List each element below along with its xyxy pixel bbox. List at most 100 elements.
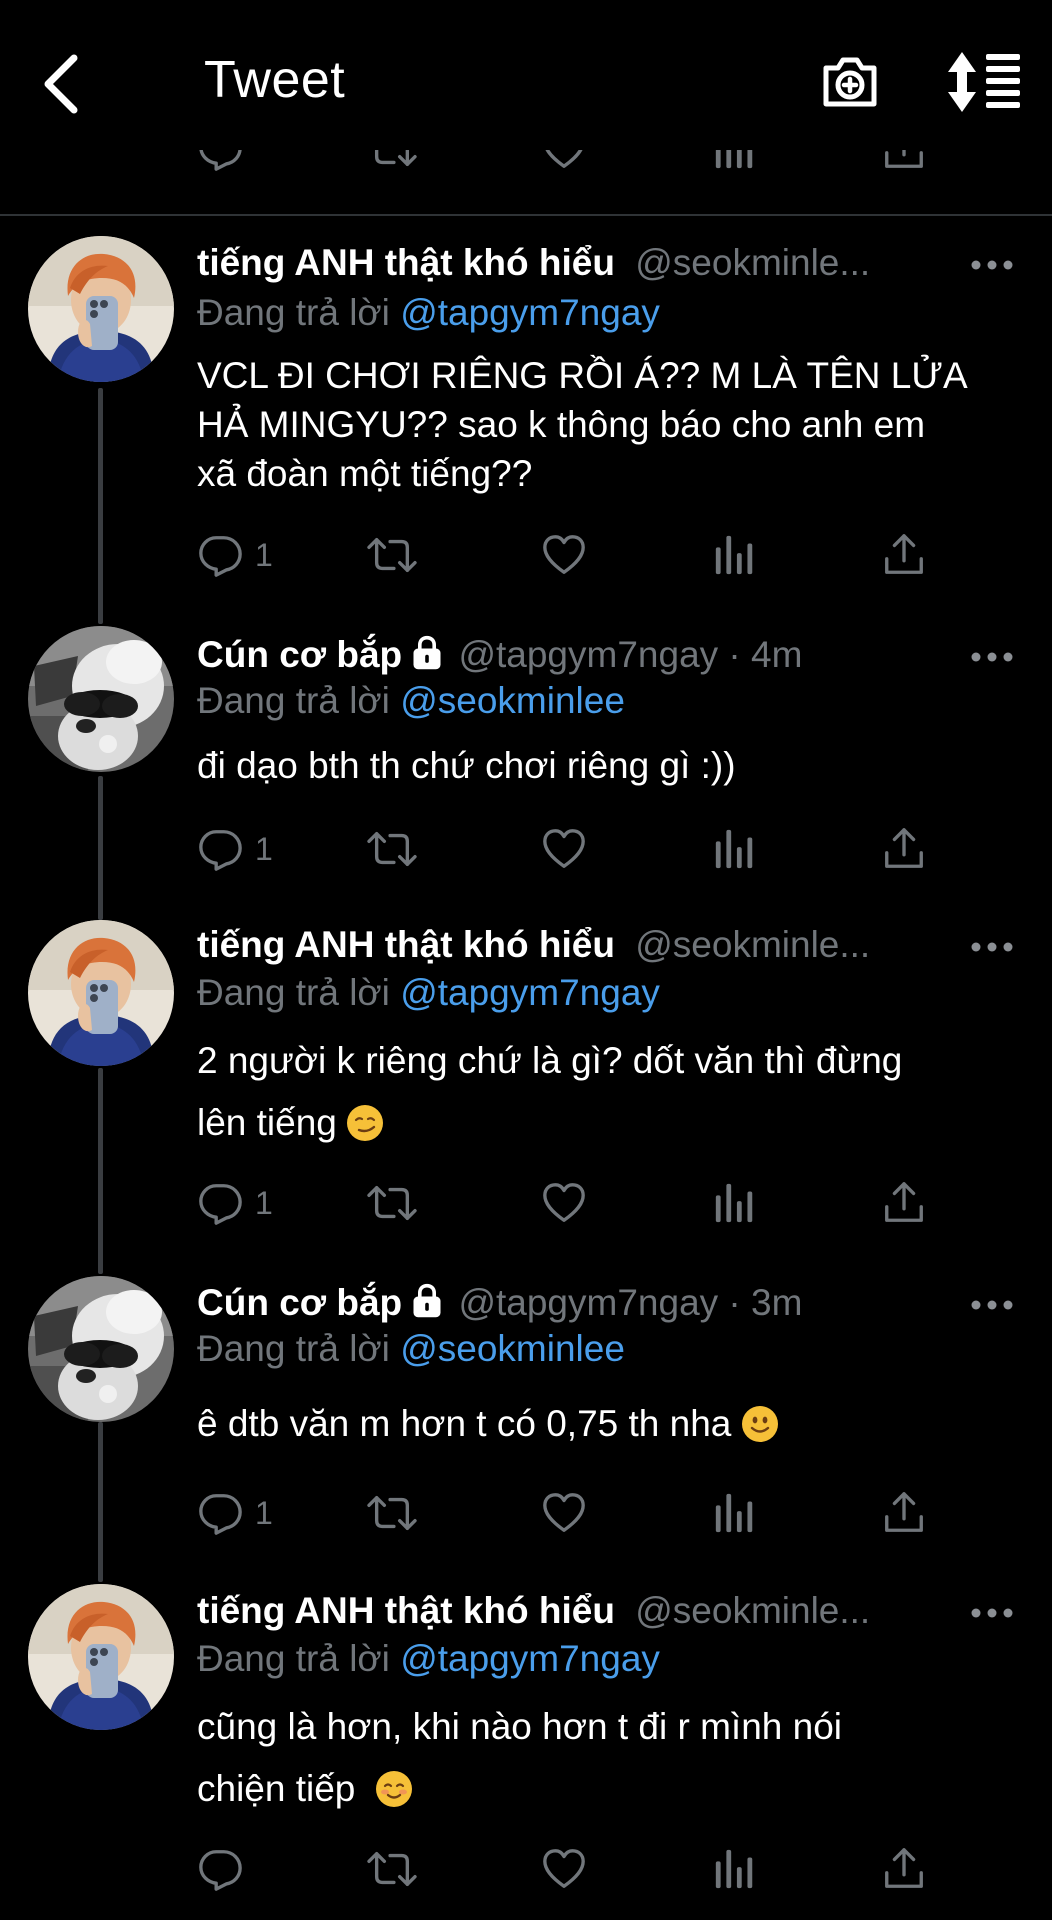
lock-icon	[410, 1283, 444, 1319]
mention-link[interactable]: @tapgym7ngay	[400, 972, 660, 1013]
display-name[interactable]: tiếng ANH thật khó hiểu	[197, 242, 615, 283]
avatar[interactable]	[28, 626, 174, 772]
retweet-icon	[366, 532, 418, 578]
retweet-button[interactable]	[366, 1844, 418, 1894]
thread-connector	[98, 1068, 103, 1274]
stats-icon	[712, 1180, 758, 1226]
avatar[interactable]	[28, 1276, 174, 1422]
mention-link[interactable]: @tapgym7ngay	[400, 1638, 660, 1679]
heart-icon	[541, 1490, 587, 1536]
tweet-actions	[197, 1844, 937, 1894]
mention-link[interactable]: @seokminlee	[400, 1328, 625, 1369]
share-icon[interactable]	[881, 150, 927, 172]
share-button[interactable]	[881, 1488, 927, 1538]
share-icon	[881, 532, 927, 578]
stats-icon	[712, 1846, 758, 1892]
like-button[interactable]	[541, 1178, 587, 1228]
mention-link[interactable]: @tapgym7ngay	[400, 292, 660, 333]
user-handle: @seokminle...	[635, 1590, 871, 1631]
like-button[interactable]	[541, 530, 587, 580]
sort-replies-icon[interactable]	[946, 50, 1022, 114]
more-options-icon[interactable]	[970, 940, 1014, 954]
reply-button[interactable]: 1	[197, 530, 273, 580]
reply-icon	[197, 1846, 243, 1892]
camera-add-icon[interactable]	[818, 50, 882, 114]
reply-icon	[197, 532, 243, 578]
thread-connector	[98, 388, 103, 624]
reply-count: 1	[255, 830, 273, 867]
share-button[interactable]	[881, 1178, 927, 1228]
lock-icon	[410, 635, 444, 671]
reply-icon[interactable]	[197, 150, 243, 172]
retweet-icon	[366, 1490, 418, 1536]
mention-link[interactable]: @seokminlee	[400, 680, 625, 721]
reply-count: 1	[255, 1494, 273, 1531]
display-name[interactable]: Cún cơ bắp	[197, 634, 402, 675]
more-options-icon[interactable]	[970, 650, 1014, 664]
thread-connector	[98, 1422, 103, 1582]
replying-to-label: Đang trả lời	[197, 1638, 401, 1679]
user-handle: @tapgym7ngay · 4m	[458, 634, 803, 675]
tweet-text: VCL ĐI CHƠI RIÊNG RỒI Á?? M LÀ TÊN LỬA H…	[197, 355, 968, 494]
stats-button[interactable]	[712, 1178, 758, 1228]
reply-count: 1	[255, 536, 273, 573]
stats-button[interactable]	[712, 824, 758, 874]
retweet-button[interactable]	[366, 530, 418, 580]
reply-button[interactable]: 1	[197, 1488, 273, 1538]
like-button[interactable]	[541, 824, 587, 874]
slight-smile-emoji	[741, 1406, 778, 1442]
retweet-icon	[366, 1180, 418, 1226]
user-handle: @seokminle...	[635, 924, 871, 965]
stats-button[interactable]	[712, 530, 758, 580]
reply-button[interactable]: 1	[197, 1178, 273, 1228]
reply-button[interactable]	[197, 1844, 255, 1894]
retweet-button[interactable]	[366, 824, 418, 874]
retweet-icon[interactable]	[366, 150, 418, 172]
more-options-icon[interactable]	[970, 1298, 1014, 1312]
avatar[interactable]	[28, 236, 174, 382]
avatar[interactable]	[28, 1584, 174, 1730]
more-options-icon[interactable]	[970, 258, 1014, 272]
tweet-actions: 1	[197, 824, 937, 874]
heart-icon[interactable]	[541, 150, 587, 172]
page-title: Tweet	[204, 51, 346, 109]
heart-icon	[541, 1180, 587, 1226]
previous-tweet-actions	[0, 150, 1052, 192]
share-button[interactable]	[881, 824, 927, 874]
stats-icon[interactable]	[712, 150, 758, 172]
like-button[interactable]	[541, 1488, 587, 1538]
stats-button[interactable]	[712, 1488, 758, 1538]
share-button[interactable]	[881, 1844, 927, 1894]
blush-emoji	[375, 1771, 412, 1807]
more-options-icon[interactable]	[970, 1606, 1014, 1620]
heart-icon	[541, 826, 587, 872]
display-name[interactable]: Cún cơ bắp	[197, 1282, 402, 1323]
tweet-actions: 1	[197, 1488, 937, 1538]
reply-button[interactable]: 1	[197, 824, 273, 874]
thread-connector	[98, 776, 103, 920]
tweet-actions: 1	[197, 1178, 937, 1228]
user-handle: @seokminle...	[635, 242, 871, 283]
display-name[interactable]: tiếng ANH thật khó hiểu	[197, 924, 615, 965]
heart-icon	[541, 1846, 587, 1892]
tweet-text: cũng là hơn, khi nào hơn t đi r mình nói…	[197, 1706, 843, 1809]
top-bar: Tweet	[0, 0, 1052, 168]
share-button[interactable]	[881, 530, 927, 580]
back-arrow-icon[interactable]	[38, 52, 88, 116]
replying-to-label: Đang trả lời	[197, 1328, 401, 1369]
share-icon	[881, 826, 927, 872]
like-button[interactable]	[541, 1844, 587, 1894]
reply-count: 1	[255, 1184, 273, 1221]
avatar[interactable]	[28, 920, 174, 1066]
retweet-button[interactable]	[366, 1178, 418, 1228]
reply-icon	[197, 1180, 243, 1226]
share-icon	[881, 1490, 927, 1536]
share-icon	[881, 1846, 927, 1892]
retweet-button[interactable]	[366, 1488, 418, 1538]
tweet-text: ê dtb văn m hơn t có 0,75 th nha	[197, 1400, 1007, 1449]
tweet-text: đi dạo bth th chứ chơi riêng gì :))	[197, 745, 736, 786]
retweet-icon	[366, 1846, 418, 1892]
stats-icon	[712, 826, 758, 872]
stats-button[interactable]	[712, 1844, 758, 1894]
display-name[interactable]: tiếng ANH thật khó hiểu	[197, 1590, 615, 1631]
